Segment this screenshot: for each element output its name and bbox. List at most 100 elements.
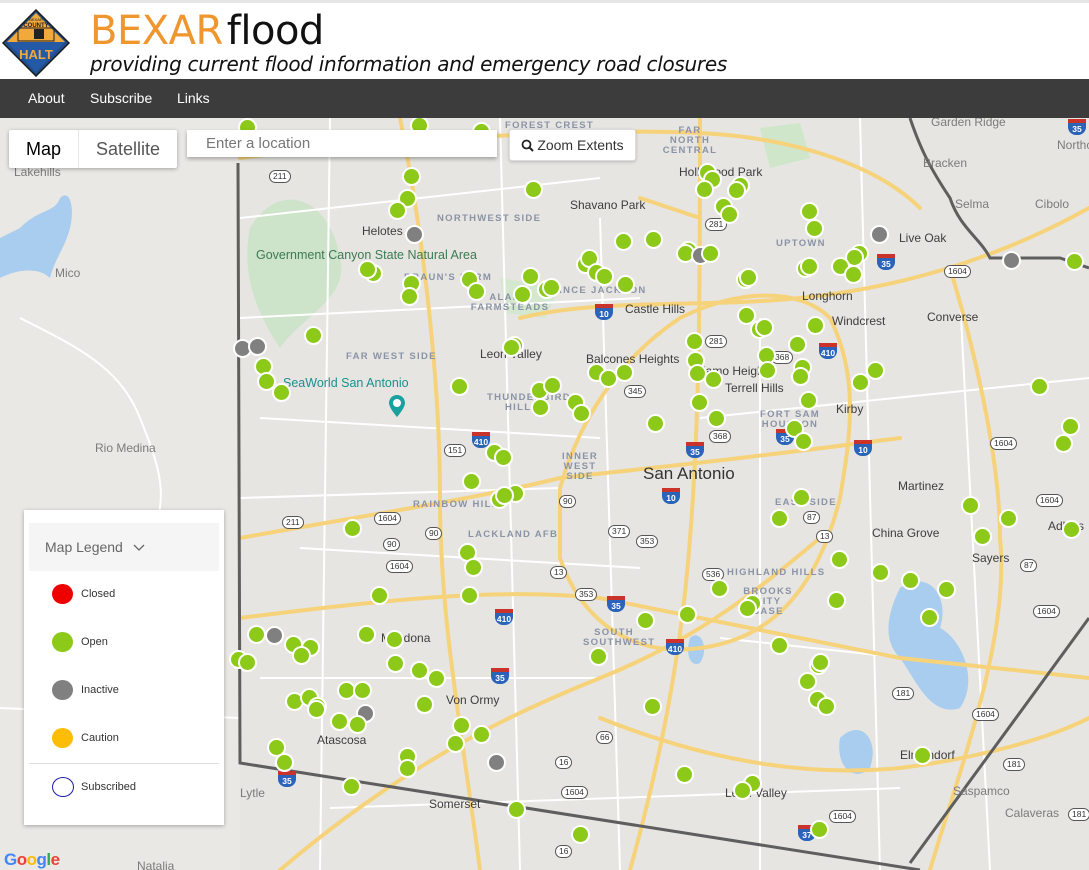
flood-marker-open[interactable] bbox=[720, 205, 739, 224]
flood-marker-open[interactable] bbox=[830, 550, 849, 569]
flood-marker-open[interactable] bbox=[614, 232, 633, 251]
flood-marker-inactive[interactable] bbox=[248, 337, 267, 356]
flood-marker-open[interactable] bbox=[794, 432, 813, 451]
flood-marker-open[interactable] bbox=[507, 800, 526, 819]
flood-marker-open[interactable] bbox=[920, 608, 939, 627]
legend-toggle[interactable]: Map Legend bbox=[29, 523, 219, 571]
flood-marker-open[interactable] bbox=[542, 278, 561, 297]
flood-marker-open[interactable] bbox=[502, 338, 521, 357]
flood-marker-open[interactable] bbox=[739, 268, 758, 287]
flood-marker-open[interactable] bbox=[521, 267, 540, 286]
flood-marker-open[interactable] bbox=[388, 201, 407, 220]
flood-marker-open[interactable] bbox=[467, 282, 486, 301]
flood-marker-open[interactable] bbox=[343, 519, 362, 538]
flood-marker-open[interactable] bbox=[817, 697, 836, 716]
flood-marker-open[interactable] bbox=[738, 599, 757, 618]
flood-marker-open[interactable] bbox=[427, 669, 446, 688]
poi-pin-icon[interactable] bbox=[388, 394, 406, 418]
map-type-satellite[interactable]: Satellite bbox=[79, 130, 177, 168]
flood-marker-open[interactable] bbox=[353, 681, 372, 700]
flood-marker-inactive[interactable] bbox=[1002, 251, 1021, 270]
flood-marker-open[interactable] bbox=[400, 287, 419, 306]
flood-marker-open[interactable] bbox=[348, 715, 367, 734]
flood-marker-open[interactable] bbox=[472, 725, 491, 744]
flood-marker-open[interactable] bbox=[238, 653, 257, 672]
flood-marker-open[interactable] bbox=[571, 825, 590, 844]
flood-marker-open[interactable] bbox=[464, 558, 483, 577]
zoom-extents-button[interactable]: Zoom Extents bbox=[509, 129, 636, 161]
bexar-county-halt-logo[interactable]: BEXAR COUNTY HALT bbox=[2, 9, 70, 77]
flood-marker-open[interactable] bbox=[446, 734, 465, 753]
flood-marker-open[interactable] bbox=[800, 257, 819, 276]
flood-marker-open[interactable] bbox=[685, 332, 704, 351]
flood-marker-open[interactable] bbox=[675, 765, 694, 784]
flood-marker-open[interactable] bbox=[704, 370, 723, 389]
flood-marker-open[interactable] bbox=[272, 383, 291, 402]
flood-marker-open[interactable] bbox=[758, 361, 777, 380]
flood-marker-open[interactable] bbox=[1062, 520, 1081, 539]
flood-marker-open[interactable] bbox=[385, 630, 404, 649]
flood-marker-open[interactable] bbox=[398, 759, 417, 778]
flood-marker-open[interactable] bbox=[636, 611, 655, 630]
flood-marker-open[interactable] bbox=[386, 654, 405, 673]
flood-marker-open[interactable] bbox=[733, 781, 752, 800]
flood-marker-open[interactable] bbox=[531, 398, 550, 417]
flood-marker-open[interactable] bbox=[595, 267, 614, 286]
location-search-input[interactable] bbox=[187, 130, 497, 157]
google-attribution-logo[interactable]: Google bbox=[4, 850, 60, 870]
flood-marker-open[interactable] bbox=[452, 716, 471, 735]
flood-marker-open[interactable] bbox=[727, 181, 746, 200]
flood-marker-open[interactable] bbox=[707, 409, 726, 428]
flood-marker-inactive[interactable] bbox=[487, 753, 506, 772]
flood-marker-open[interactable] bbox=[304, 326, 323, 345]
flood-marker-open[interactable] bbox=[937, 580, 956, 599]
flood-marker-open[interactable] bbox=[307, 700, 326, 719]
flood-marker-open[interactable] bbox=[806, 316, 825, 335]
flood-marker-open[interactable] bbox=[1065, 252, 1084, 271]
flood-marker-open[interactable] bbox=[589, 647, 608, 666]
flood-marker-open[interactable] bbox=[615, 363, 634, 382]
nav-links[interactable]: Links bbox=[177, 90, 210, 106]
flood-marker-open[interactable] bbox=[901, 571, 920, 590]
flood-marker-open[interactable] bbox=[292, 646, 311, 665]
flood-marker-open[interactable] bbox=[805, 219, 824, 238]
flood-marker-open[interactable] bbox=[788, 335, 807, 354]
flood-marker-inactive[interactable] bbox=[265, 626, 284, 645]
flood-marker-open[interactable] bbox=[770, 509, 789, 528]
flood-marker-open[interactable] bbox=[800, 202, 819, 221]
flood-marker-open[interactable] bbox=[330, 712, 349, 731]
flood-marker-open[interactable] bbox=[799, 391, 818, 410]
flood-marker-open[interactable] bbox=[755, 318, 774, 337]
flood-marker-open[interactable] bbox=[524, 180, 543, 199]
nav-subscribe[interactable]: Subscribe bbox=[90, 90, 152, 106]
flood-marker-open[interactable] bbox=[495, 486, 514, 505]
flood-marker-open[interactable] bbox=[370, 586, 389, 605]
flood-marker-open[interactable] bbox=[791, 367, 810, 386]
flood-marker-open[interactable] bbox=[973, 527, 992, 546]
flood-marker-open[interactable] bbox=[415, 695, 434, 714]
flood-marker-open[interactable] bbox=[701, 244, 720, 263]
flood-marker-open[interactable] bbox=[572, 404, 591, 423]
flood-map[interactable]: Lakehills Mico Rio Medina Garden Ridge N… bbox=[0, 118, 1089, 870]
flood-marker-open[interactable] bbox=[462, 472, 481, 491]
flood-marker-open[interactable] bbox=[1054, 434, 1073, 453]
flood-marker-inactive[interactable] bbox=[405, 225, 424, 244]
flood-marker-open[interactable] bbox=[460, 586, 479, 605]
flood-marker-open[interactable] bbox=[494, 448, 513, 467]
flood-marker-open[interactable] bbox=[851, 373, 870, 392]
flood-marker-open[interactable] bbox=[1030, 377, 1049, 396]
flood-marker-open[interactable] bbox=[770, 636, 789, 655]
flood-marker-open[interactable] bbox=[678, 605, 697, 624]
flood-marker-open[interactable] bbox=[844, 265, 863, 284]
flood-marker-open[interactable] bbox=[999, 509, 1018, 528]
flood-marker-open[interactable] bbox=[690, 393, 709, 412]
flood-marker-open[interactable] bbox=[342, 777, 361, 796]
flood-marker-open[interactable] bbox=[357, 625, 376, 644]
flood-marker-open[interactable] bbox=[275, 753, 294, 772]
flood-marker-open[interactable] bbox=[616, 275, 635, 294]
flood-marker-open[interactable] bbox=[811, 653, 830, 672]
flood-marker-open[interactable] bbox=[358, 260, 377, 279]
flood-marker-open[interactable] bbox=[871, 563, 890, 582]
flood-marker-open[interactable] bbox=[247, 625, 266, 644]
flood-marker-open[interactable] bbox=[695, 180, 714, 199]
